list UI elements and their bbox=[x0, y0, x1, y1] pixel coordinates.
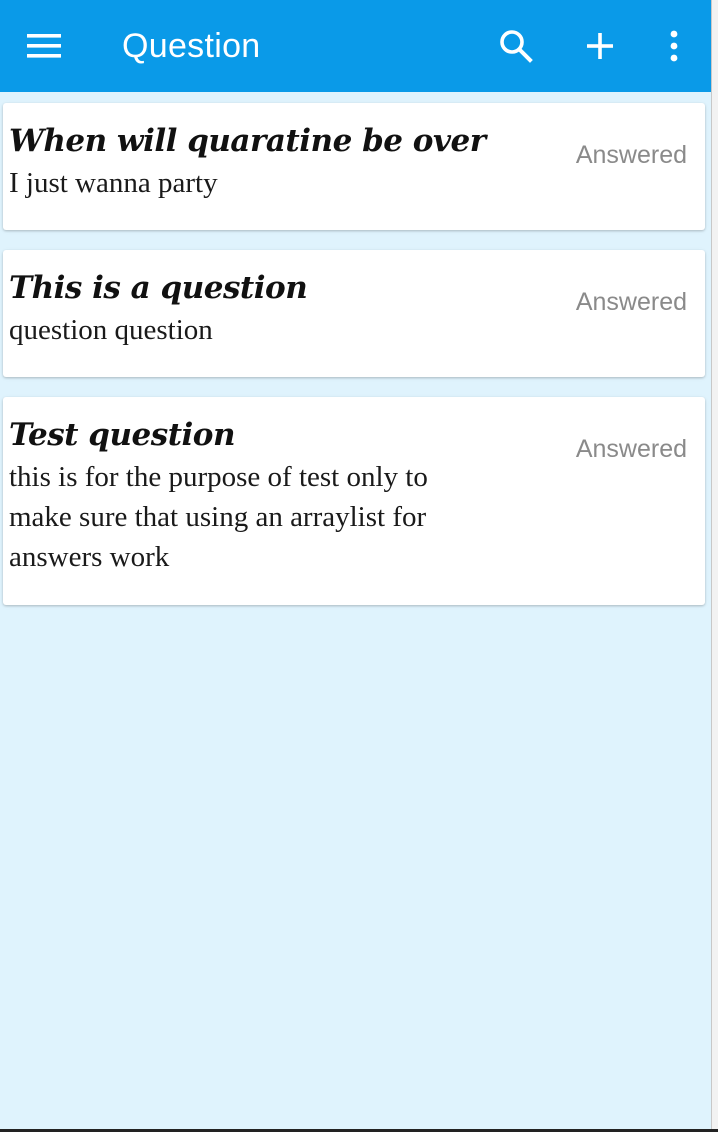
status-label: Answered bbox=[575, 435, 687, 463]
question-body: question question bbox=[9, 314, 213, 346]
more-vert-icon bbox=[670, 30, 678, 62]
scroll-edge bbox=[711, 0, 718, 1132]
question-title: When will quaratine be over bbox=[9, 123, 486, 159]
status-label: Answered bbox=[575, 141, 687, 169]
question-body: this is for the purpose of test only to … bbox=[9, 461, 428, 573]
search-button[interactable] bbox=[488, 0, 544, 92]
app-toolbar: Question bbox=[0, 0, 712, 92]
bottom-edge bbox=[0, 1129, 718, 1146]
question-card[interactable]: This is a question question question Ans… bbox=[3, 250, 705, 377]
add-icon bbox=[587, 33, 613, 59]
status-label: Answered bbox=[575, 288, 687, 316]
search-icon bbox=[500, 30, 533, 63]
question-title: This is a question bbox=[9, 270, 308, 306]
question-list: When will quaratine be over I just wanna… bbox=[3, 103, 705, 625]
overflow-menu-button[interactable] bbox=[646, 0, 702, 92]
question-title: Test question bbox=[9, 417, 236, 453]
menu-button[interactable] bbox=[14, 0, 76, 92]
page-title: Question bbox=[122, 27, 261, 65]
question-card[interactable]: When will quaratine be over I just wanna… bbox=[3, 103, 705, 230]
add-question-button[interactable] bbox=[572, 0, 628, 92]
question-body: I just wanna party bbox=[9, 167, 218, 199]
question-card[interactable]: Test question this is for the purpose of… bbox=[3, 397, 705, 605]
menu-icon bbox=[27, 34, 61, 58]
